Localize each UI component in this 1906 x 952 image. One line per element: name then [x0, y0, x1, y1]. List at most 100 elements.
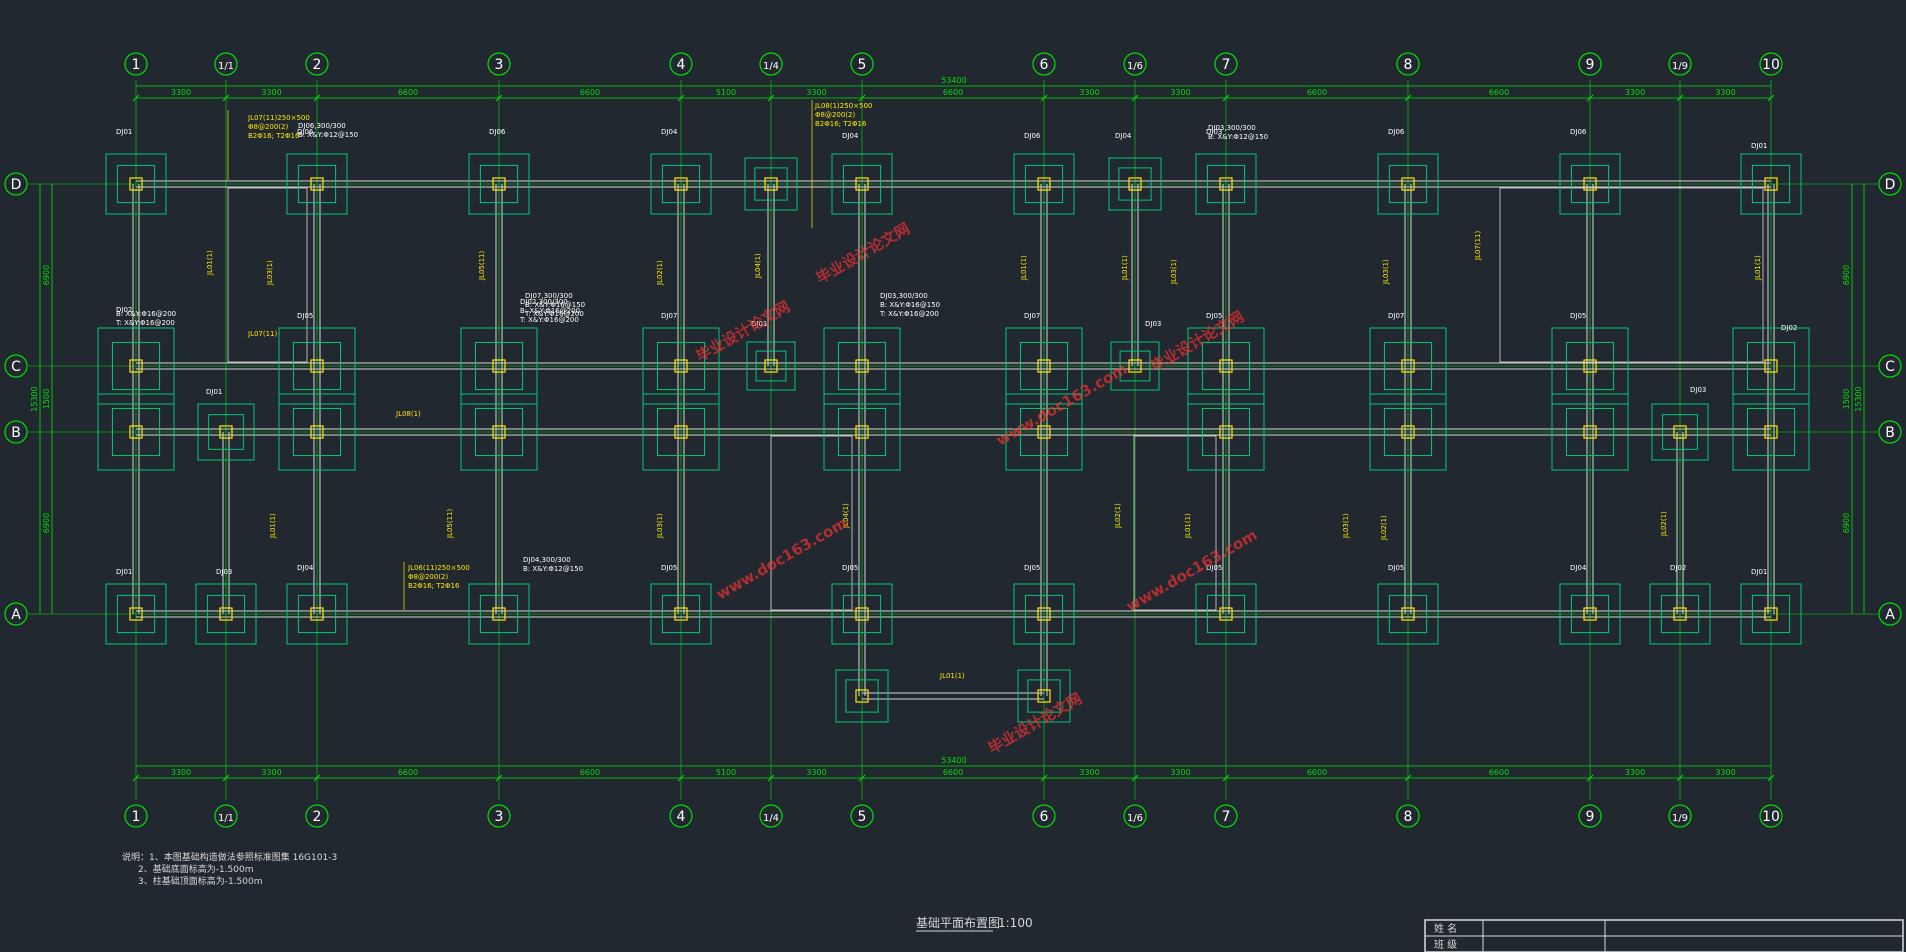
row-label-C: C [1885, 359, 1895, 375]
dim-span-text: 3300 [171, 768, 191, 777]
footing-tag: DJ05 [842, 564, 858, 572]
beam-tag: JL03(1) [656, 513, 664, 539]
callout-text: B2Φ16; T2Φ16 [408, 582, 460, 590]
dim-span-text: 6600 [943, 768, 963, 777]
dim-row-text: 1500 [1842, 389, 1851, 409]
axis-label-1-6: 1/6 [1127, 61, 1143, 72]
dim-span-text: 3300 [1170, 88, 1190, 97]
footing-tag: DJ07 [1388, 312, 1404, 320]
dim-span-text: 6600 [1489, 768, 1509, 777]
axis-label-1: 1 [132, 809, 141, 825]
watermarks: 毕业设计论文网 www.doc163.com 毕业设计论文网 www.doc163.c… [693, 219, 1260, 757]
footing-tag: DJ06 [1388, 128, 1405, 136]
foundation-plan-drawing: 53400 3300 3300 6600 6600 5100 3300 6600 3300 330… [4, 52, 1904, 952]
axis-label-1-9: 1/9 [1672, 61, 1688, 72]
footing-tag: DJ01 [116, 568, 132, 576]
dim-span-text: 3300 [1079, 768, 1099, 777]
watermark-text: 毕业设计论文网 [985, 689, 1085, 757]
callout-text: T: X&Y:Φ16@200 [879, 310, 939, 318]
footing-tag: DJ07 [661, 312, 677, 320]
footing-tag: DJ01 [116, 128, 132, 136]
watermark-text: www.doc163.com [1123, 526, 1260, 616]
axis-label-2: 2 [313, 57, 322, 73]
footing-tag: DJ04 [1570, 564, 1587, 572]
drawing-scale: 1:100 [998, 916, 1033, 930]
beam-tag: JL03(1) [266, 260, 274, 286]
axis-label-8: 8 [1404, 57, 1413, 73]
beam-tag: JL03(1) [1170, 259, 1178, 285]
dim-span-text: 3300 [171, 88, 191, 97]
footing-tag: DJ03 [216, 568, 232, 576]
row-label-B: B [11, 425, 21, 441]
row-label-A: A [11, 607, 21, 623]
watermark-text: 毕业设计论文网 [693, 297, 793, 365]
wall-outline [1499, 187, 1764, 363]
dim-span-text: 3300 [806, 768, 826, 777]
footing-tag: DJ04 [842, 132, 859, 140]
footing-tag: DJ05 [661, 564, 677, 572]
dim-span-text: 6600 [1307, 88, 1327, 97]
footing-tag: DJ06 [1570, 128, 1587, 136]
callout-text: DJ02,300/300 [520, 298, 568, 306]
axis-label-7: 7 [1222, 809, 1231, 825]
dim-row-text: 6900 [1842, 265, 1851, 285]
beam-tag: JL07(11) [247, 330, 278, 338]
footing-tag: DJ05 [297, 312, 313, 320]
dim-span-text: 3300 [1625, 88, 1645, 97]
dim-span-text: 6600 [943, 88, 963, 97]
footing-tag: DJ01 [1751, 142, 1767, 150]
callout-text: JL07(11)250×500 [247, 114, 310, 122]
beam-tag: JL02(1) [656, 260, 664, 286]
row-label-D: D [1885, 177, 1896, 193]
title-block-name: 姓 名 [1434, 922, 1457, 935]
footing-tag: DJ03 [1145, 320, 1161, 328]
dim-span-text: 6600 [580, 88, 600, 97]
axis-label-9: 9 [1586, 57, 1595, 73]
drawing-notes: 说明：1、本图基础构造做法参照标准图集 16G101-3 2、基础底面标高为-1… [122, 851, 337, 887]
beam-tag: JL01(1) [206, 250, 214, 276]
dim-span-text: 5100 [716, 768, 736, 777]
row-label-A: A [1885, 607, 1895, 623]
watermark-text: 毕业设计论文网 [813, 219, 913, 287]
footing-tag: DJ05 [1024, 564, 1040, 572]
callout-text: B: X&Y:Φ12@150 [298, 131, 358, 139]
axis-label-1-4: 1/4 [763, 61, 779, 72]
axis-label-5: 5 [858, 57, 867, 73]
callout-text: JL06(11)250×500 [407, 564, 470, 572]
dim-span-text: 6600 [1489, 88, 1509, 97]
dim-row-total-text: 15300 [30, 386, 39, 411]
callout-text: Φ8@200(2) [248, 123, 289, 131]
dim-row-total-text: 15300 [1854, 386, 1863, 411]
footing-tag: DJ04 [297, 564, 314, 572]
dim-span-text: 6600 [580, 768, 600, 777]
dim-span-text: 3300 [806, 88, 826, 97]
footing-tag: DJ01 [1751, 568, 1767, 576]
dim-span-text: 6600 [398, 88, 418, 97]
drawing-title-group: 基础平面布置图 1:100 [916, 916, 1033, 932]
title-block-class: 班 级 [1434, 939, 1457, 951]
beam-tag: JL03(1) [1382, 259, 1390, 285]
footing-tag: DJ04 [661, 128, 678, 136]
dim-span-text: 3300 [1715, 768, 1735, 777]
beam-tag: JL01(1) [1020, 255, 1028, 281]
footing-tag: DJ02 [1670, 564, 1686, 572]
callout-text: Φ8@200(2) [815, 111, 856, 119]
callout-text: T: X&Y:Φ16@200 [115, 319, 175, 327]
footing-tag: DJ02 [1781, 324, 1797, 332]
axis-label-2: 2 [313, 809, 322, 825]
dim-row-text: 1500 [42, 389, 51, 409]
watermark-text: www.doc163.com [993, 360, 1130, 450]
axis-label-7: 7 [1222, 57, 1231, 73]
callout-text: B2Φ16; T2Φ16 [815, 120, 867, 128]
axis-label-3: 3 [495, 57, 504, 73]
callout-text: B2Φ16; T2Φ16 [248, 132, 300, 140]
callout-text: Φ8@200(2) [408, 573, 449, 581]
footing-tag: DJ01 [206, 388, 222, 396]
beam-tag: JL02(1) [1114, 503, 1122, 529]
axis-label-1: 1 [132, 57, 141, 73]
row-label-B: B [1885, 425, 1895, 441]
footing-tag: DJ05 [1388, 564, 1404, 572]
axis-label-4: 4 [677, 809, 686, 825]
beam-tag: JL03(1) [1342, 513, 1350, 539]
drawing-title: 基础平面布置图 [916, 916, 1000, 930]
